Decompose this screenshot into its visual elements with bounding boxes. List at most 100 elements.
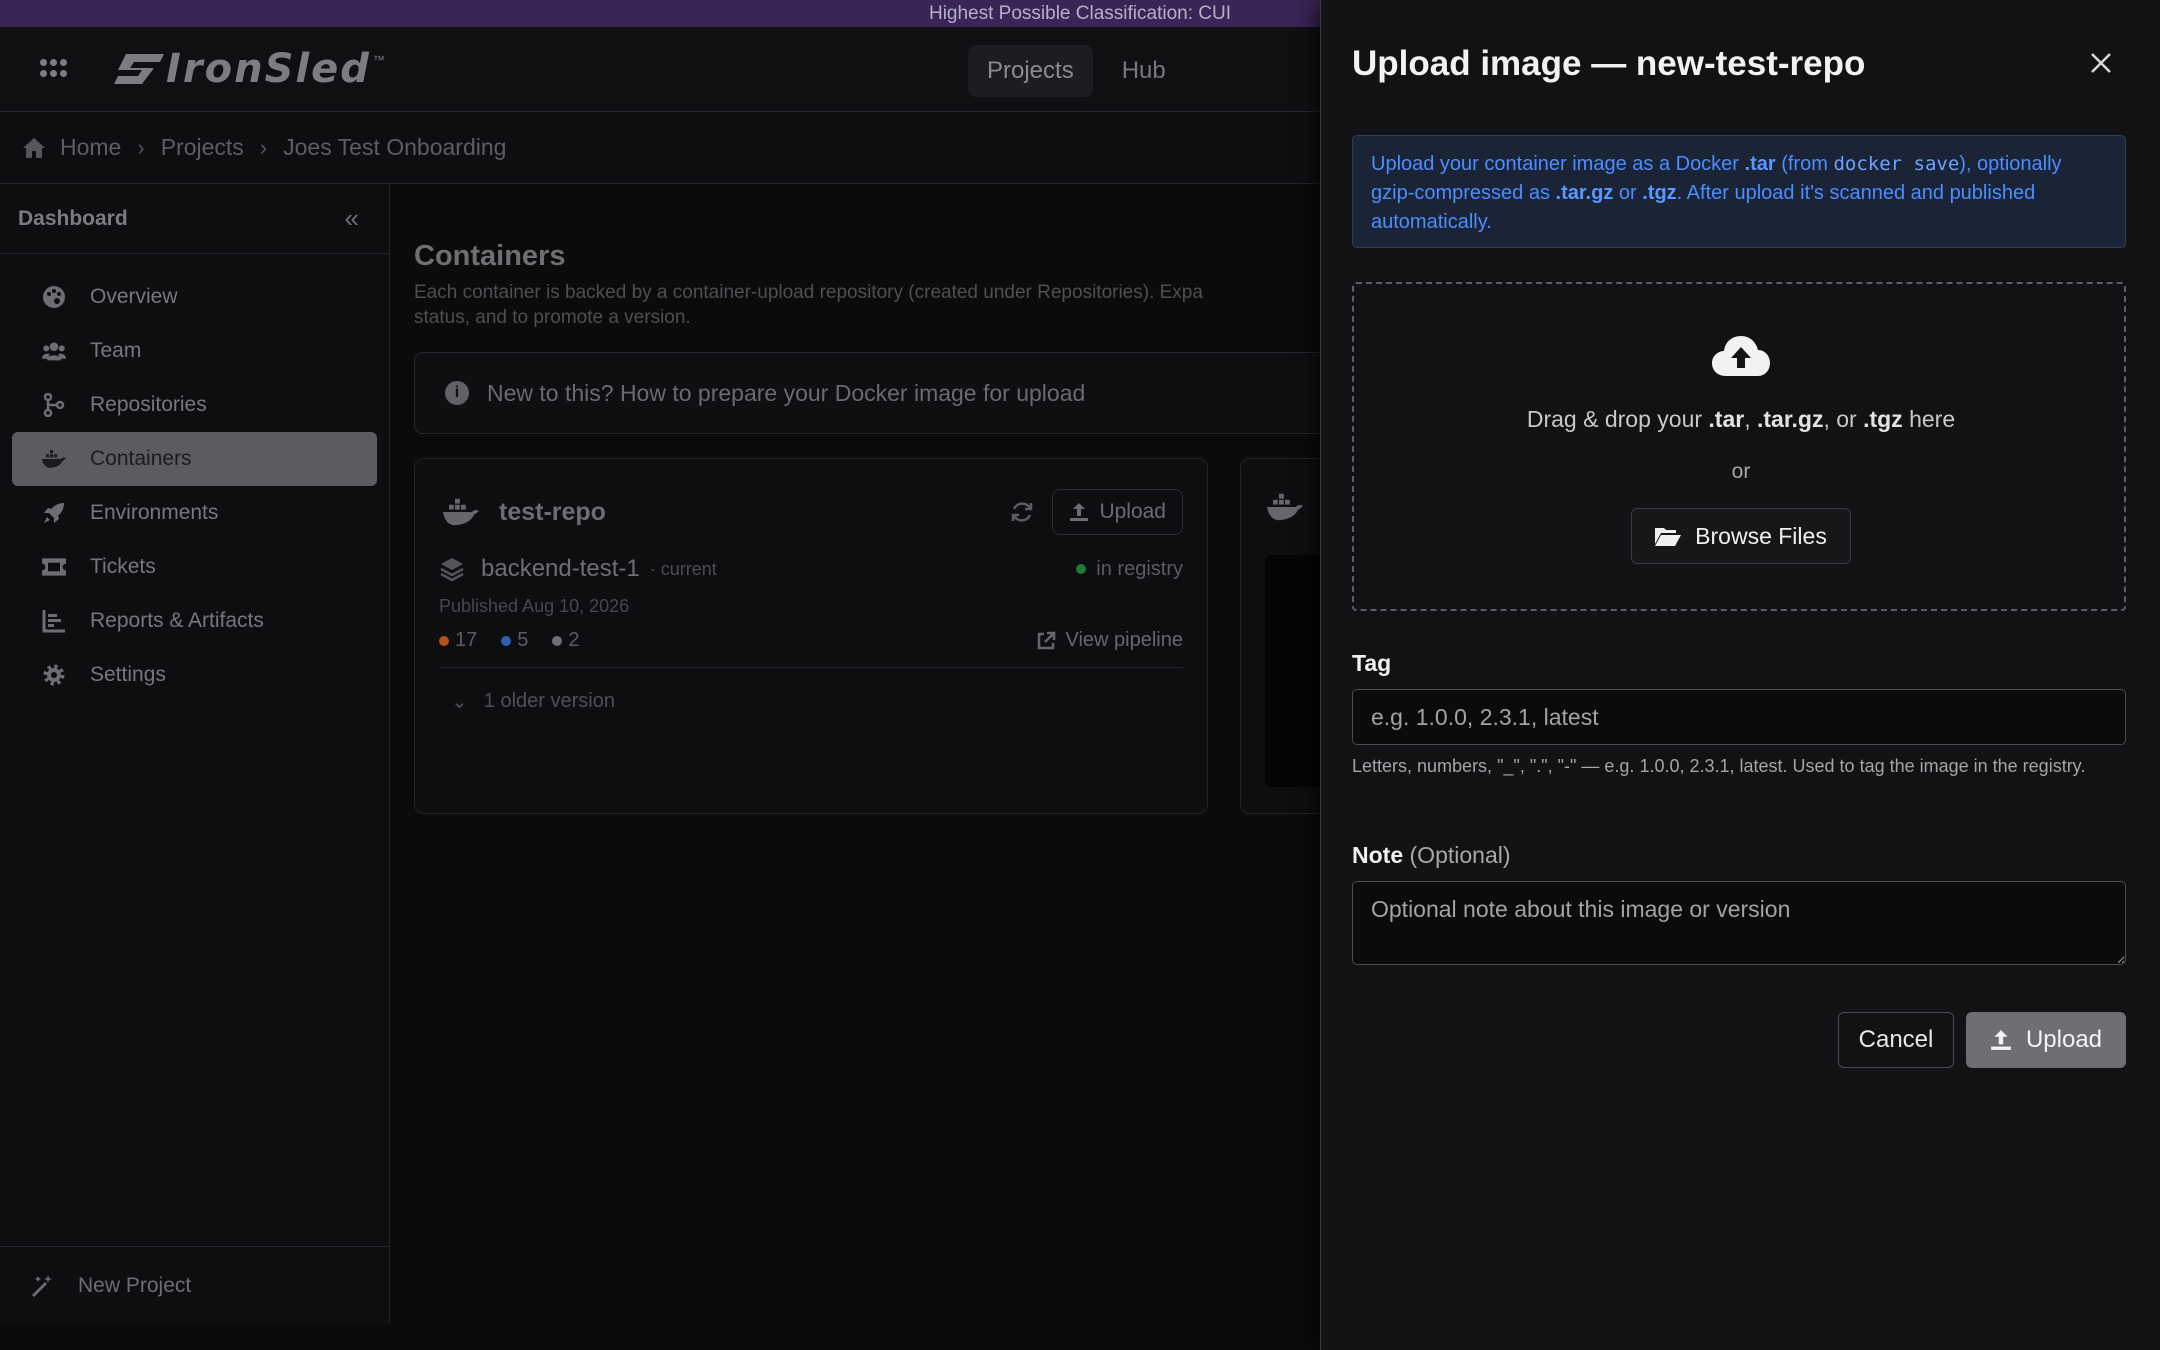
sidebar-item-overview[interactable]: Overview [12,270,377,324]
container-upload-label: Upload [1099,500,1166,523]
logo-trademark: ™ [372,53,385,67]
note-label-text: Note [1352,842,1404,868]
registry-status: in registry [1076,558,1183,581]
sidebar-item-settings[interactable]: Settings [12,648,377,702]
sidebar-item-label: Environments [90,501,219,524]
container-card-header: test-repo Upload [443,489,1183,535]
alert-ext-tar: .tar [1744,153,1776,175]
alert-text: (from [1775,153,1834,175]
sidebar-item-containers[interactable]: Containers [12,432,377,486]
browse-files-button[interactable]: Browse Files [1631,508,1851,564]
registry-status-label: in registry [1096,557,1183,580]
dropzone-text-part: Drag & drop your [1526,406,1709,432]
sidebar-item-label: Repositories [90,393,207,416]
docker-icon [1267,493,1303,521]
dropzone-text-part: here [1902,406,1956,432]
apps-grid-icon[interactable] [40,59,68,79]
layers-icon [440,558,464,582]
upload-image-drawer: Upload image — new-test-repo Upload your… [1320,0,2160,1350]
version-name[interactable]: backend-test-1 [481,555,640,583]
alert-text: Upload your container image as a Docker [1371,153,1745,175]
dropzone-ext-tgz: .tgz [1863,406,1903,432]
sidebar-item-label: Reports & Artifacts [90,609,264,632]
current-version-row: backend-test-1 · current in registry [439,555,1183,583]
breadcrumb-project[interactable]: Joes Test Onboarding [283,134,506,161]
new-project-button[interactable]: New Project [0,1246,389,1324]
new-project-label: New Project [78,1273,192,1297]
docker-help-expander[interactable]: i New to this? How to prepare your Docke… [414,352,1320,434]
view-pipeline-link[interactable]: View pipeline [1036,629,1184,652]
ticket-icon [42,555,66,579]
sidebar-item-label: Tickets [90,555,156,578]
container-title: test-repo [499,497,606,526]
external-link-icon [1037,631,1055,649]
cancel-button[interactable]: Cancel [1838,1012,1954,1068]
older-versions-label: 1 older version [483,690,615,712]
container-card: test-repo Upload backend-test-1 · curren… [414,458,1208,814]
older-versions-toggle[interactable]: ⌄ 1 older version [451,689,615,714]
sidebar-item-reports[interactable]: Reports & Artifacts [12,594,377,648]
dropzone-text: Drag & drop your .tar, .tar.gz, or .tgz … [1354,406,2128,433]
sidebar-item-label: Overview [90,285,178,308]
sidebar-header: Dashboard « [0,184,389,254]
status-dot [1076,564,1087,574]
breadcrumb-home[interactable]: Home [60,134,121,161]
magic-wand-icon [30,1274,54,1298]
dropzone-ext-targz: .tar.gz [1756,406,1824,432]
folder-open-icon [1655,528,1682,546]
cloud-upload-icon [1712,336,1770,376]
dropzone-text-part: , [1744,406,1757,432]
page-description: Each container is backed by a container-… [414,280,1320,330]
count-orange: 17 [439,629,477,652]
upload-submit-label: Upload [2025,1026,2103,1053]
home-icon[interactable] [22,137,46,159]
dropzone-text-part: , or [1823,406,1864,432]
breadcrumb: Home › Projects › Joes Test Onboarding [0,112,1320,184]
tag-input[interactable] [1352,689,2126,745]
count-blue: 5 [501,629,528,652]
sidebar-item-repositories[interactable]: Repositories [12,378,377,432]
finding-counts: 17 5 2 View pipeline [439,629,1183,652]
count-gray: 2 [552,629,580,652]
sidebar-item-team[interactable]: Team [12,324,377,378]
ironsled-logo[interactable]: IronSled ™ [112,41,385,97]
alert-command: docker save [1833,153,1960,175]
page-title: Containers [414,240,566,272]
branch-icon [42,393,66,417]
docker-icon [443,498,479,526]
published-date: Published Aug 10, 2026 [439,596,630,616]
nav-projects[interactable]: Projects [968,45,1093,97]
sidebar-nav: Overview Team Repositories Containers En… [0,254,389,702]
upload-submit-button[interactable]: Upload [1966,1012,2126,1068]
divider [439,667,1183,668]
view-pipeline-label: View pipeline [1065,629,1184,651]
count-value: 5 [517,629,529,651]
chevron-down-icon: ⌄ [451,691,468,713]
docker-icon [42,447,66,471]
top-nav: Projects Hub [968,45,1185,97]
collapse-sidebar-icon[interactable]: « [345,203,359,234]
note-optional-text: (Optional) [1409,842,1511,868]
note-label: Note (Optional) [1352,842,1511,869]
refresh-icon[interactable] [1010,500,1034,524]
version-current-tag: · current [649,558,717,579]
count-value: 2 [568,629,580,651]
nav-hub[interactable]: Hub [1103,45,1185,97]
file-dropzone[interactable]: Drag & drop your .tar, .tar.gz, or .tgz … [1352,282,2126,611]
gear-icon [42,663,66,687]
main-content: Containers Each container is backed by a… [390,184,1320,1324]
drawer-title: Upload image — new-test-repo [1352,44,1866,83]
container-upload-button[interactable]: Upload [1052,489,1183,535]
sidebar-item-environments[interactable]: Environments [12,486,377,540]
chevron-right-icon: › [259,134,268,160]
close-icon[interactable] [2084,46,2118,80]
sidebar-item-tickets[interactable]: Tickets [12,540,377,594]
browse-files-label: Browse Files [1695,522,1827,549]
sidebar-item-label: Team [90,339,142,362]
tag-hint: Letters, numbers, "_", ".", "-" — e.g. 1… [1352,756,2086,776]
logo-mark-icon [114,54,164,84]
note-textarea[interactable] [1352,881,2126,965]
sidebar-item-label: Settings [90,663,166,686]
breadcrumb-projects[interactable]: Projects [161,134,244,161]
chart-icon [42,609,66,633]
